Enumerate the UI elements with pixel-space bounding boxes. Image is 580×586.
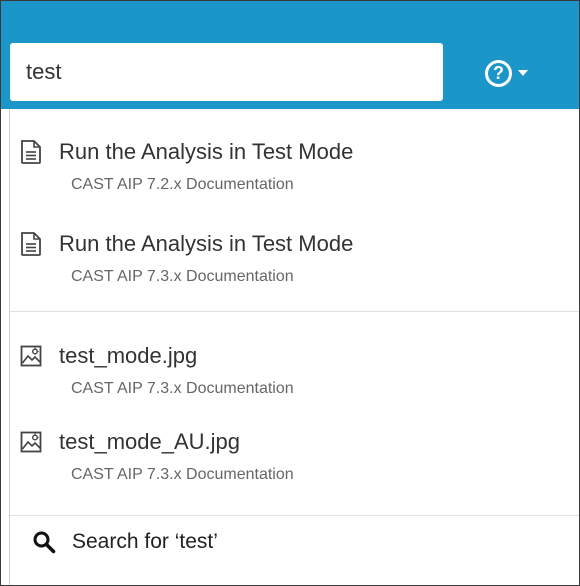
result-item[interactable]: Run the Analysis in Test Mode CAST AIP 7… bbox=[20, 231, 353, 286]
header-bar: test ? bbox=[1, 1, 579, 109]
result-title: test_mode.jpg bbox=[59, 343, 198, 368]
result-space: CAST AIP 7.3.x Documentation bbox=[71, 268, 294, 285]
help-button[interactable]: ? bbox=[485, 58, 528, 88]
search-icon bbox=[33, 531, 56, 554]
result-space: CAST AIP 7.2.x Documentation bbox=[71, 176, 294, 193]
divider bbox=[10, 515, 579, 516]
page-icon bbox=[21, 232, 41, 256]
result-title: Run the Analysis in Test Mode bbox=[59, 231, 354, 256]
result-title: Run the Analysis in Test Mode bbox=[59, 139, 354, 164]
search-input[interactable]: test bbox=[10, 43, 443, 101]
divider bbox=[10, 311, 579, 312]
result-space: CAST AIP 7.3.x Documentation bbox=[71, 466, 294, 483]
search-for-link[interactable]: Search for ‘test’ bbox=[32, 530, 218, 554]
search-query: test bbox=[26, 59, 62, 84]
result-space: CAST AIP 7.3.x Documentation bbox=[71, 380, 294, 397]
search-for-label: Search for ‘test’ bbox=[72, 530, 218, 553]
result-item[interactable]: test_mode.jpg CAST AIP 7.3.x Documentati… bbox=[20, 343, 294, 398]
search-results-dropdown: Run the Analysis in Test Mode CAST AIP 7… bbox=[9, 109, 579, 585]
image-icon bbox=[20, 431, 42, 453]
page-icon bbox=[21, 140, 41, 164]
chevron-down-icon bbox=[518, 70, 528, 76]
image-icon bbox=[20, 345, 42, 367]
search-panel: test ? Run the Analysis in Test Mode CAS… bbox=[0, 0, 580, 586]
result-item[interactable]: Run the Analysis in Test Mode CAST AIP 7… bbox=[20, 139, 353, 194]
result-title: test_mode_AU.jpg bbox=[59, 429, 240, 454]
result-item[interactable]: test_mode_AU.jpg CAST AIP 7.3.x Document… bbox=[20, 429, 294, 484]
help-circle-icon: ? bbox=[485, 59, 512, 87]
